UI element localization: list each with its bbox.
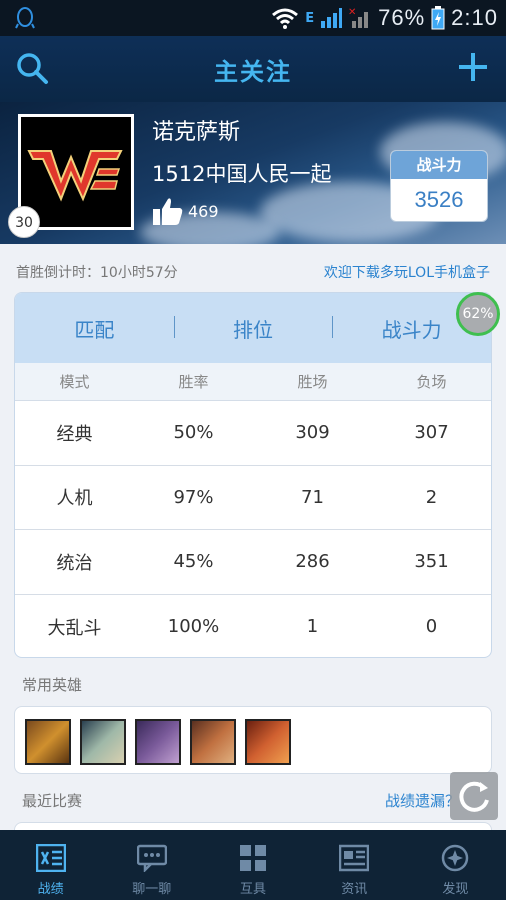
hero-portrait[interactable]	[245, 719, 291, 765]
nav-label: 资讯	[341, 882, 368, 897]
refresh-icon	[459, 781, 489, 812]
cell-mode: 大乱斗	[47, 617, 102, 639]
nav-label: 发现	[442, 882, 469, 897]
cell-mode: 统治	[56, 552, 93, 574]
combat-power-value: 3526	[414, 187, 464, 212]
combat-power-label: 战斗力	[391, 151, 487, 179]
network-type: E	[305, 10, 315, 26]
recent-matches-title: 最近比赛	[22, 792, 83, 810]
news-icon	[339, 844, 370, 872]
col-win-rate: 胜率	[178, 373, 209, 391]
player-guild: 1512中国人民一起	[152, 162, 332, 186]
cell-wins: 286	[295, 551, 330, 573]
grid-icon	[240, 845, 266, 871]
hero-portrait[interactable]	[190, 719, 236, 765]
chat-icon	[136, 844, 167, 872]
cell-losses: 0	[425, 616, 438, 638]
page-title: 主关注	[214, 58, 292, 86]
cell-win-rate: 50%	[173, 422, 214, 444]
cell-win-rate: 45%	[173, 551, 214, 573]
col-mode: 模式	[59, 373, 90, 391]
cell-wins: 71	[301, 486, 324, 508]
signal-icon	[321, 8, 343, 28]
stats-card: 匹配 排位 战斗力 模式 胜率 胜场 负场 经典 50% 309 307 人机 …	[14, 292, 492, 658]
nav-label: 聊一聊	[132, 882, 172, 897]
like-count[interactable]: 469	[152, 196, 219, 226]
table-row[interactable]: 人机 97% 71 2	[15, 466, 491, 530]
thumbs-up-icon	[153, 198, 183, 225]
battery-percent: 76%	[378, 5, 426, 30]
download-app-link[interactable]: 欢迎下载多玩LOL手机盒子	[324, 262, 490, 282]
level-badge: 30	[8, 206, 40, 238]
memory-usage-badge[interactable]: 62%	[456, 292, 500, 336]
hero-portrait[interactable]	[135, 719, 181, 765]
app-header: 主关注	[0, 36, 506, 102]
cell-mode: 人机	[56, 488, 93, 510]
table-row[interactable]: 统治 45% 286 351	[15, 530, 491, 595]
signal-no-sim-icon: ✕	[348, 7, 369, 28]
combat-power-box[interactable]: 战斗力 3526	[390, 150, 488, 222]
col-wins: 胜场	[297, 373, 328, 391]
cell-wins: 1	[306, 616, 319, 638]
clock: 2:10	[451, 5, 498, 30]
cell-mode: 经典	[56, 423, 93, 445]
table-header: 模式 胜率 胜场 负场	[15, 363, 491, 401]
nav-chat[interactable]: 聊一聊	[101, 830, 202, 900]
svg-text:✕: ✕	[348, 7, 356, 18]
frequent-heroes-list	[14, 706, 492, 774]
table-row[interactable]: 经典 50% 309 307	[15, 401, 491, 466]
record-icon	[35, 844, 66, 872]
tab-ranked[interactable]: 排位	[173, 314, 333, 343]
stats-tabs: 匹配 排位 战斗力	[15, 293, 491, 363]
info-line: 首胜倒计时：10小时57分 欢迎下载多玩LOL手机盒子	[16, 262, 490, 282]
profile-banner: 30 诺克萨斯 1512中国人民一起 469 战斗力 3526	[0, 102, 506, 244]
like-count-value: 469	[188, 201, 219, 221]
nav-news[interactable]: 资讯	[304, 830, 405, 900]
we-logo-icon	[27, 150, 123, 202]
hero-portrait[interactable]	[25, 719, 71, 765]
cell-losses: 351	[414, 551, 449, 573]
refresh-button[interactable]	[450, 772, 498, 820]
wifi-icon	[272, 8, 299, 29]
bottom-navigation: 战绩 聊一聊 互具 资讯 发现	[0, 830, 506, 900]
compass-icon	[442, 844, 469, 872]
nav-label: 互具	[240, 882, 267, 897]
tab-match[interactable]: 匹配	[15, 314, 174, 343]
cell-win-rate: 97%	[173, 486, 214, 508]
add-icon[interactable]	[456, 50, 490, 84]
player-name: 诺克萨斯	[152, 120, 241, 145]
cell-losses: 307	[414, 422, 449, 444]
table-row[interactable]: 大乱斗 100% 1 0	[15, 595, 491, 658]
nav-tools[interactable]: 互具	[202, 830, 303, 900]
status-bar: E ✕ 76% 2:10	[0, 0, 506, 36]
cell-losses: 2	[425, 486, 438, 508]
qq-penguin-icon	[15, 7, 35, 29]
missing-record-link[interactable]: 战绩遗漏？	[385, 790, 460, 811]
cell-wins: 309	[295, 422, 330, 444]
first-win-countdown: 首胜倒计时：10小时57分	[16, 265, 178, 281]
battery-charging-icon	[431, 6, 445, 30]
hero-portrait[interactable]	[80, 719, 126, 765]
cell-win-rate: 100%	[167, 616, 220, 638]
col-losses: 负场	[416, 373, 447, 391]
frequent-heroes-title: 常用英雄	[22, 676, 83, 694]
nav-label: 战绩	[37, 882, 64, 897]
nav-discover[interactable]: 发现	[405, 830, 506, 900]
nav-record[interactable]: 战绩	[0, 830, 101, 900]
